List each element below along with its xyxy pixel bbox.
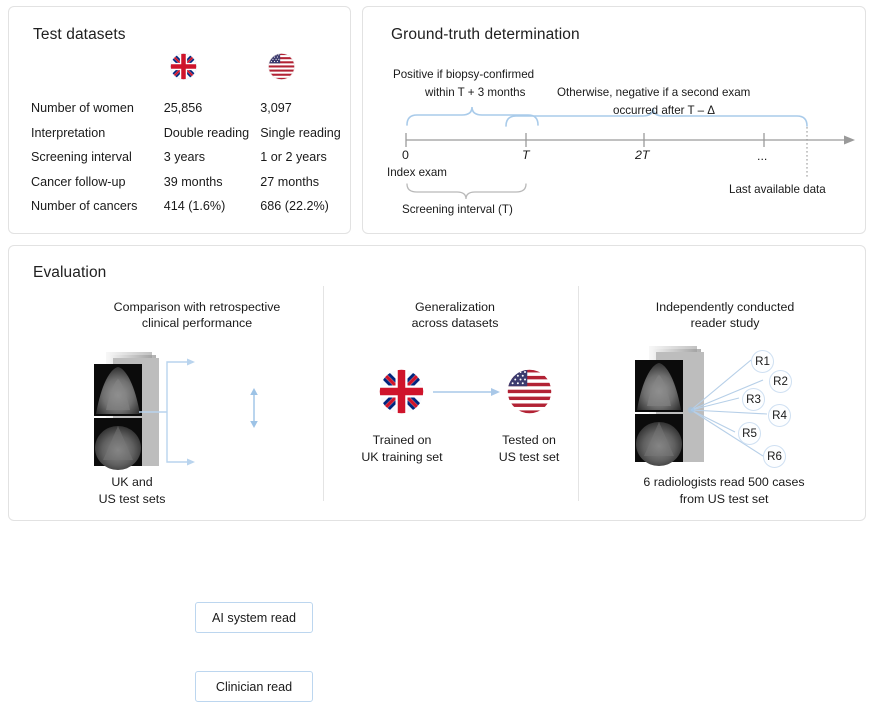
uk-flag-icon bbox=[170, 53, 197, 80]
row-value-uk: 414 (1.6%) bbox=[164, 194, 261, 219]
row-value-us: 27 months bbox=[260, 170, 351, 195]
row-label: Number of women bbox=[31, 96, 164, 121]
axis-tick-2T: 2T bbox=[635, 148, 649, 162]
annotation-positive-line1: Positive if biopsy-confirmed bbox=[393, 68, 534, 81]
row-value-us: 1 or 2 years bbox=[260, 145, 351, 170]
row-value-us: 686 (22.2%) bbox=[260, 194, 351, 219]
column2-heading-line1: Generalization bbox=[349, 299, 561, 316]
table-row: Interpretation Double reading Single rea… bbox=[31, 121, 351, 146]
annotation-positive-line2: within T + 3 months bbox=[425, 86, 525, 99]
row-value-us: 3,097 bbox=[260, 96, 351, 121]
comparison-double-arrow bbox=[247, 388, 261, 428]
reader-circle-R3: R3 bbox=[742, 388, 765, 411]
axis-tick-0: 0 bbox=[402, 148, 409, 162]
row-value-uk: 39 months bbox=[164, 170, 261, 195]
flowbox-ai-system-read[interactable]: AI system read bbox=[195, 602, 313, 633]
reader-circle-R2: R2 bbox=[769, 370, 792, 393]
column1-heading-line2: clinical performance bbox=[97, 315, 297, 332]
panel-title-evaluation: Evaluation bbox=[33, 264, 106, 282]
flowbox-clinician-read[interactable]: Clinician read bbox=[195, 671, 313, 702]
row-label: Interpretation bbox=[31, 121, 164, 146]
table-row: Number of women 25,856 3,097 bbox=[31, 96, 351, 121]
column-divider-1 bbox=[323, 286, 324, 501]
table-row: Screening interval 3 years 1 or 2 years bbox=[31, 145, 351, 170]
ground-truth-timeline-graphic bbox=[363, 7, 867, 235]
reader-circle-R1: R1 bbox=[751, 350, 774, 373]
panel-evaluation: Evaluation Comparison with retrospective… bbox=[8, 245, 866, 521]
panel-test-datasets: Test datasets bbox=[8, 6, 351, 234]
table-row: Number of cancers 414 (1.6%) 686 (22.2%) bbox=[31, 194, 351, 219]
column1-heading-line1: Comparison with retrospective bbox=[97, 299, 297, 316]
annotation-screening-interval: Screening interval (T) bbox=[402, 203, 513, 216]
us-flag-icon bbox=[268, 53, 295, 80]
generalization-arrow bbox=[433, 387, 501, 397]
column2-caption-right-line1: Tested on bbox=[471, 432, 587, 449]
column2-caption-left-line1: Trained on bbox=[341, 432, 463, 449]
column3-heading-line1: Independently conducted bbox=[607, 299, 843, 316]
panel-title-test-datasets: Test datasets bbox=[33, 26, 126, 44]
panel-ground-truth: Ground-truth determination Positive if b… bbox=[362, 6, 866, 234]
us-flag-icon-generalization bbox=[507, 369, 552, 414]
axis-tick-T: T bbox=[522, 148, 530, 162]
reader-circle-R6: R6 bbox=[763, 445, 786, 468]
column2-caption-right-line2: US test set bbox=[471, 449, 587, 466]
uk-flag-icon-generalization bbox=[379, 369, 424, 414]
reader-circle-R5: R5 bbox=[738, 422, 761, 445]
annotation-last-available-data: Last available data bbox=[729, 183, 826, 196]
test-datasets-table: Number of women 25,856 3,097 Interpretat… bbox=[31, 96, 351, 219]
row-value-us: Single reading bbox=[260, 121, 351, 146]
column1-caption-line2: US test sets bbox=[57, 491, 207, 508]
flag-header-row bbox=[9, 53, 350, 87]
column-divider-2 bbox=[578, 286, 579, 501]
row-value-uk: 25,856 bbox=[164, 96, 261, 121]
column2-caption-left-line2: UK training set bbox=[341, 449, 463, 466]
row-label: Screening interval bbox=[31, 145, 164, 170]
axis-tick-ellipsis: ... bbox=[757, 149, 767, 163]
row-value-uk: 3 years bbox=[164, 145, 261, 170]
column2-heading-line2: across datasets bbox=[349, 315, 561, 332]
row-label: Number of cancers bbox=[31, 194, 164, 219]
row-value-uk: Double reading bbox=[164, 121, 261, 146]
annotation-negative-line2: occurred after T – Δ bbox=[613, 104, 715, 117]
row-label: Cancer follow-up bbox=[31, 170, 164, 195]
column3-caption-line1: 6 radiologists read 500 cases bbox=[599, 474, 849, 491]
annotation-index-exam: Index exam bbox=[387, 166, 447, 179]
column3-heading-line2: reader study bbox=[607, 315, 843, 332]
reader-circle-R4: R4 bbox=[768, 404, 791, 427]
flow-arrows-left bbox=[139, 352, 211, 472]
annotation-negative-line1: Otherwise, negative if a second exam bbox=[557, 86, 750, 99]
column1-caption-line1: UK and bbox=[57, 474, 207, 491]
column3-caption-line2: from US test set bbox=[599, 491, 849, 508]
table-row: Cancer follow-up 39 months 27 months bbox=[31, 170, 351, 195]
